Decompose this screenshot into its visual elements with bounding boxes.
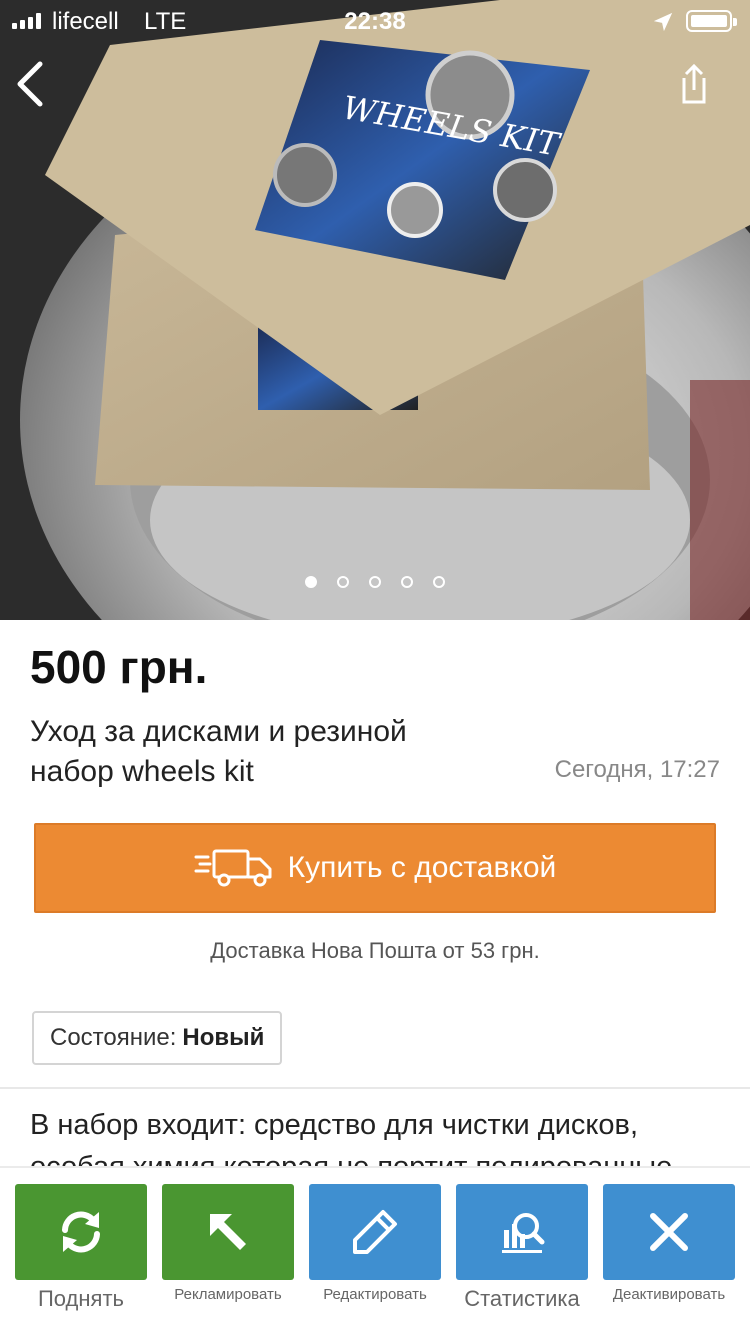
stats-icon — [502, 1213, 545, 1253]
back-button[interactable] — [10, 56, 54, 112]
share-button[interactable] — [670, 60, 718, 108]
action-label: Редактировать — [323, 1286, 427, 1303]
section-divider — [0, 1087, 750, 1089]
gallery-dot[interactable] — [369, 576, 381, 588]
listing-price: 500 грн. — [30, 641, 208, 693]
gallery-pagination[interactable] — [0, 576, 750, 588]
gallery-dot[interactable] — [401, 576, 413, 588]
listing-title-line: набор wheels kit — [30, 755, 254, 788]
deactivate-tile — [603, 1184, 735, 1280]
condition-label: Состояние: — [50, 1024, 177, 1051]
edit-tile — [309, 1184, 441, 1280]
statistics-tile — [456, 1184, 588, 1280]
buy-button-label: Купить с доставкой — [287, 851, 557, 884]
battery-icon — [686, 10, 737, 32]
status-time: 22:38 — [344, 8, 406, 35]
description-line: В набор входит: средство для чистки диск… — [30, 1109, 639, 1141]
gallery-dot[interactable] — [337, 576, 349, 588]
action-label: Деактивировать — [612, 1286, 726, 1303]
refresh-icon — [62, 1211, 100, 1253]
listing-date: Сегодня, 17:27 — [554, 756, 720, 783]
location-arrow-icon — [653, 12, 673, 32]
action-label: Статистика — [464, 1286, 580, 1311]
status-bar: lifecell LTE 22:38 — [0, 0, 750, 40]
condition-badge: Состояние: Новый — [32, 1011, 283, 1065]
delivery-price-note: Доставка Нова Пошта от 53 грн. — [210, 938, 540, 963]
buy-with-delivery-button[interactable]: Купить с доставкой — [34, 823, 716, 913]
listing-photo-gallery[interactable]: WHEELS KIT lifecell LTE 22:38 — [0, 0, 750, 620]
chevron-left-icon — [17, 61, 43, 107]
listing-title-line: Уход за дисками и резиной — [30, 715, 407, 748]
deactivate-listing-button[interactable]: Деактивировать — [603, 1184, 735, 1303]
listing-photo: WHEELS KIT — [0, 0, 750, 620]
close-icon — [650, 1213, 688, 1251]
arrow-cursor-icon — [210, 1214, 246, 1250]
share-icon — [682, 63, 706, 104]
listing-title: Уход за дисками и резиной набор wheels k… — [30, 712, 510, 792]
promote-listing-button[interactable]: Рекламировать — [162, 1184, 294, 1303]
gallery-dot[interactable] — [305, 576, 317, 588]
owner-action-bar: Поднять Рекламировать Редактировать Стат… — [0, 1166, 750, 1334]
action-label: Поднять — [37, 1286, 124, 1311]
delivery-truck-icon — [194, 849, 272, 887]
gallery-dot[interactable] — [433, 576, 445, 588]
action-label: Рекламировать — [174, 1286, 282, 1303]
raise-listing-button[interactable]: Поднять — [15, 1184, 147, 1312]
statistics-button[interactable]: Статистика — [456, 1184, 588, 1312]
condition-value: Новый — [182, 1024, 265, 1051]
raise-tile — [15, 1184, 147, 1280]
pencil-icon — [353, 1210, 397, 1254]
promote-tile — [162, 1184, 294, 1280]
edit-listing-button[interactable]: Редактировать — [309, 1184, 441, 1303]
